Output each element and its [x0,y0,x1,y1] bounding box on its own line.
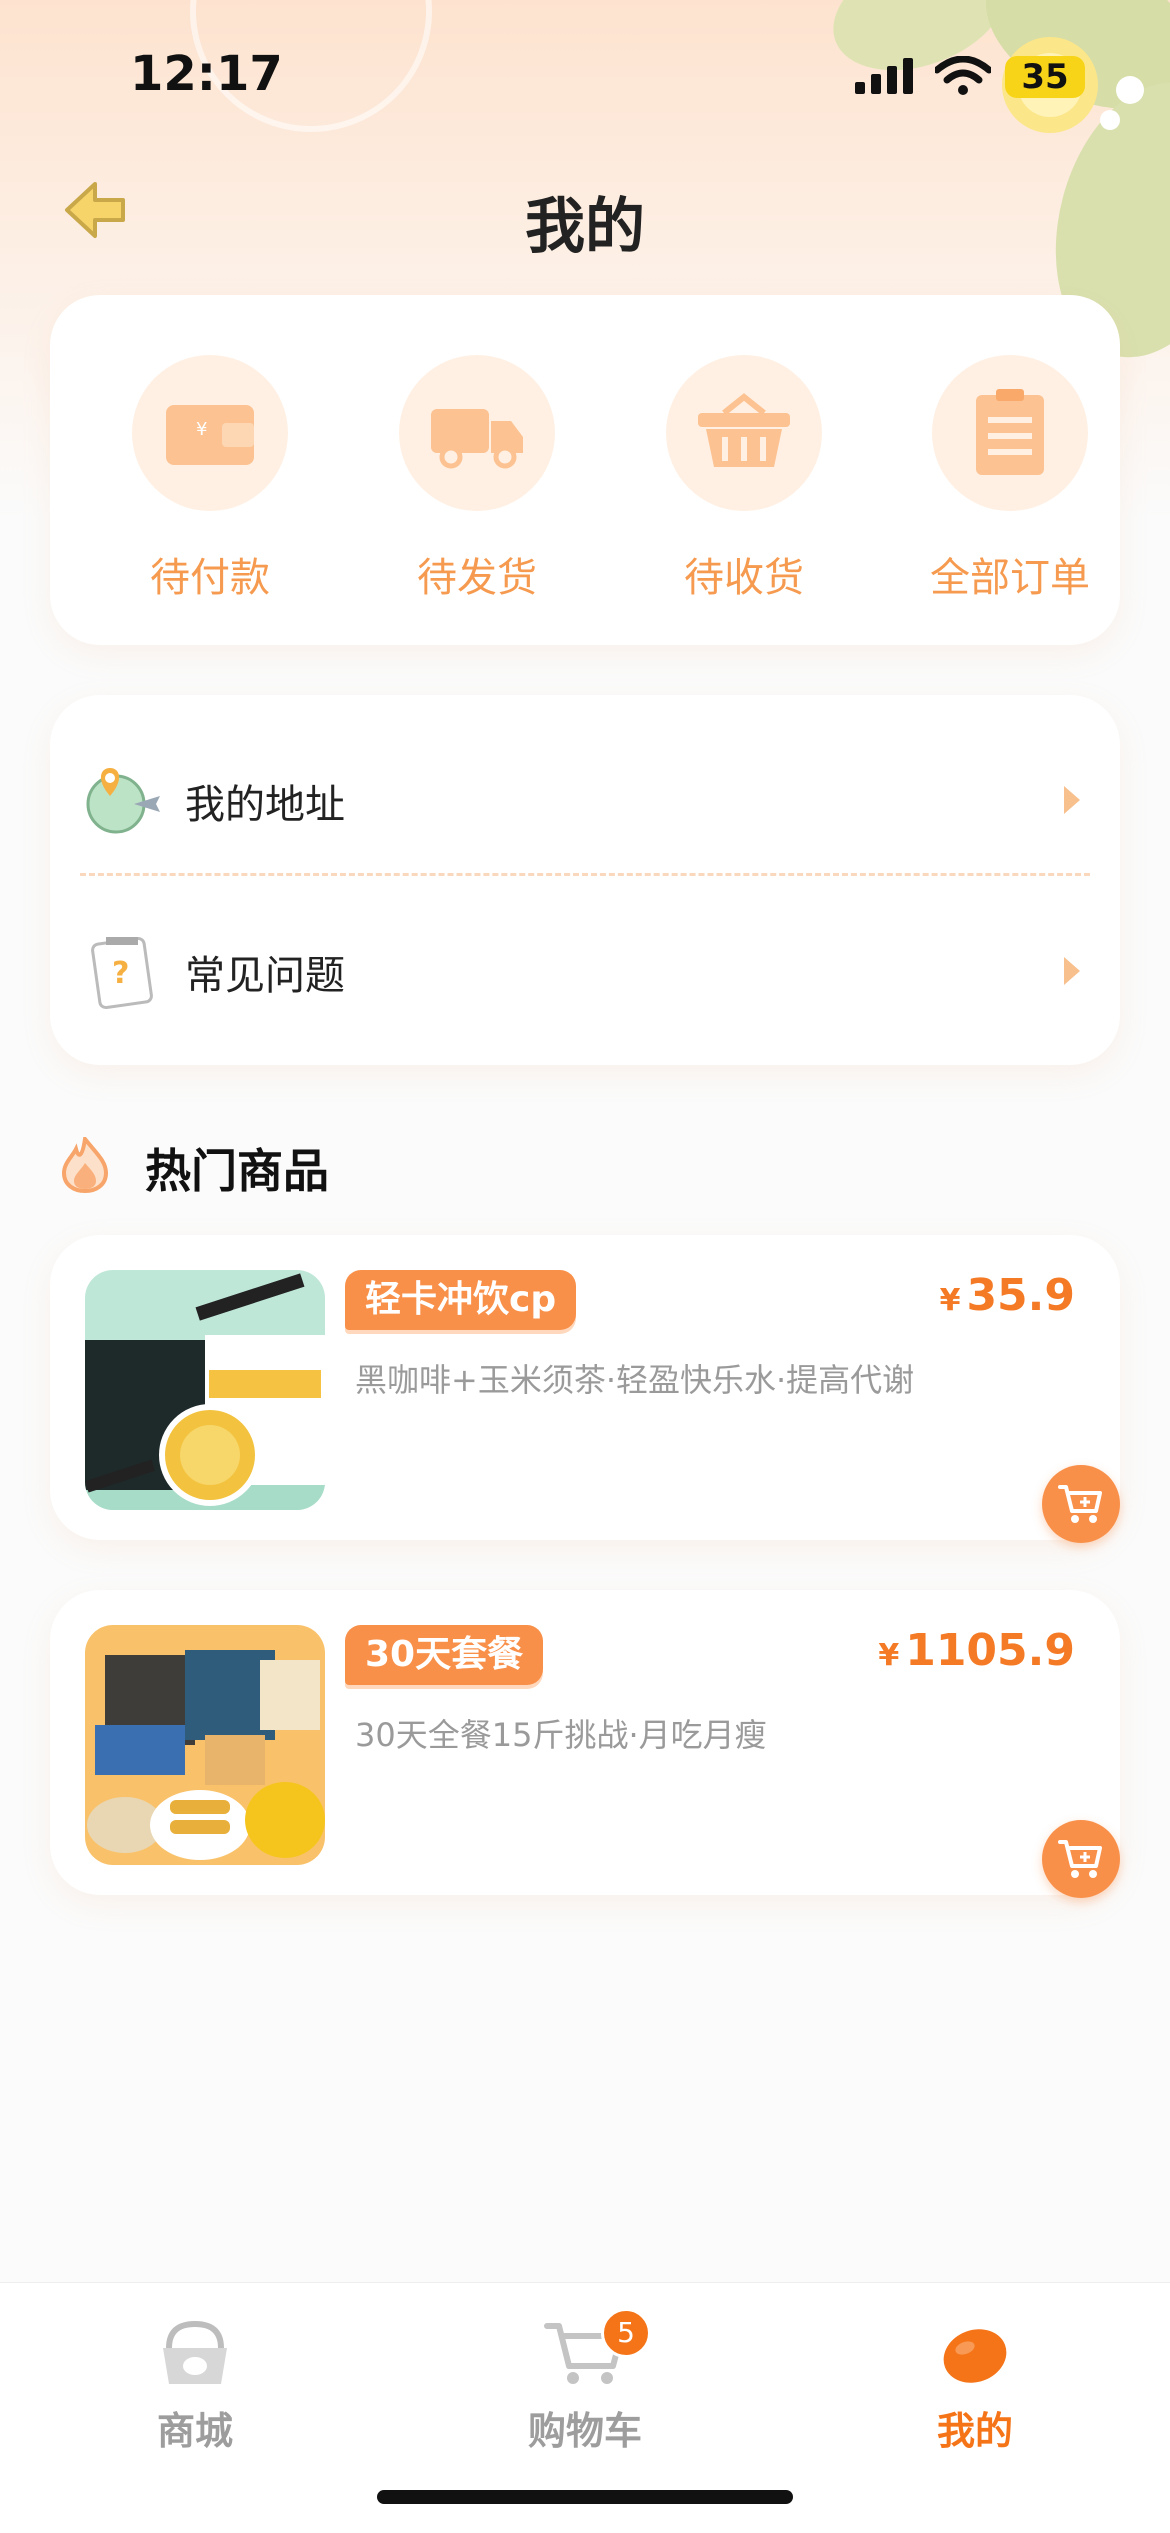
product-price: ¥35.9 [940,1270,1075,1321]
order-pending-payment[interactable]: ¥ 待付款 [100,355,320,603]
clipboard-icon [932,355,1088,511]
currency-symbol: ¥ [939,1283,961,1318]
svg-text:?: ? [112,956,129,991]
menu-label: 常见问题 [185,953,345,999]
wifi-icon [935,56,991,95]
basket-icon [666,355,822,511]
product-tag: 轻卡冲饮cp [345,1270,577,1330]
home-indicator [377,2490,793,2504]
flame-icon [61,1137,109,1193]
cart-badge: 5 [601,2308,651,2358]
product-image [85,1270,325,1510]
menu-item-faq[interactable]: ? 常见问题 [50,891,1120,1041]
lemon-icon [943,2329,1007,2383]
tab-cart[interactable]: 5 购物车 [485,2308,685,2455]
currency-symbol: ¥ [878,1638,900,1673]
status-bar: 12:17 35 [0,0,1170,150]
product-card[interactable]: 轻卡冲饮cp ¥35.9 黑咖啡+玉米须茶·轻盈快乐水·提高代谢 [50,1235,1120,1543]
order-label: 全部订单 [930,555,1090,601]
orders-card: ¥ 待付款 待发货 待收货 全部订单 [50,295,1120,645]
hot-section-title: 热门商品 [145,1144,329,1198]
order-pending-shipment[interactable]: 待发货 [367,355,587,603]
add-to-cart-button[interactable] [1042,1820,1120,1898]
globe-plane-icon [86,768,160,834]
chevron-right-icon [1064,786,1080,814]
add-to-cart-button[interactable] [1042,1465,1120,1543]
bag-icon [163,2320,227,2384]
question-notebook-icon: ? [91,936,153,1010]
signal-icon [855,58,913,94]
order-pending-receipt[interactable]: 待收货 [634,355,854,603]
product-description: 黑咖啡+玉米须茶·轻盈快乐水·提高代谢 [355,1361,915,1399]
order-all[interactable]: 全部订单 [900,355,1120,603]
tab-label: 商城 [156,2409,233,2453]
price-value: 1105.9 [905,1625,1075,1676]
product-tag: 30天套餐 [345,1625,544,1685]
tab-label: 我的 [936,2409,1013,2453]
tab-mine[interactable]: 我的 [875,2318,1075,2455]
battery-indicator: 35 [1005,56,1085,98]
wallet-icon: ¥ [132,355,288,511]
nav-bar: 我的 [0,150,1170,270]
tab-label: 购物车 [527,2409,642,2453]
product-image [85,1625,325,1865]
menu-divider [80,873,1090,876]
chevron-right-icon [1064,957,1080,985]
menu-label: 我的地址 [185,782,345,828]
order-label: 待发货 [417,555,537,601]
cart-plus-icon [1058,1840,1102,1878]
product-description: 30天全餐15斤挑战·月吃月瘦 [355,1716,767,1754]
order-label: 待付款 [150,555,270,601]
menu-card: 我的地址 ? 常见问题 [50,695,1120,1065]
status-time: 12:17 [130,46,283,102]
order-label: 待收货 [684,555,804,601]
page-title: 我的 [525,192,645,262]
tab-mall[interactable]: 商城 [95,2318,295,2455]
svg-text:¥: ¥ [196,419,207,440]
truck-icon [399,355,555,511]
price-value: 35.9 [966,1270,1075,1321]
product-card[interactable]: 30天套餐 ¥1105.9 30天全餐15斤挑战·月吃月瘦 [50,1590,1120,1898]
cart-plus-icon [1058,1485,1102,1523]
product-price: ¥1105.9 [878,1625,1075,1676]
menu-item-address[interactable]: 我的地址 [50,720,1120,870]
